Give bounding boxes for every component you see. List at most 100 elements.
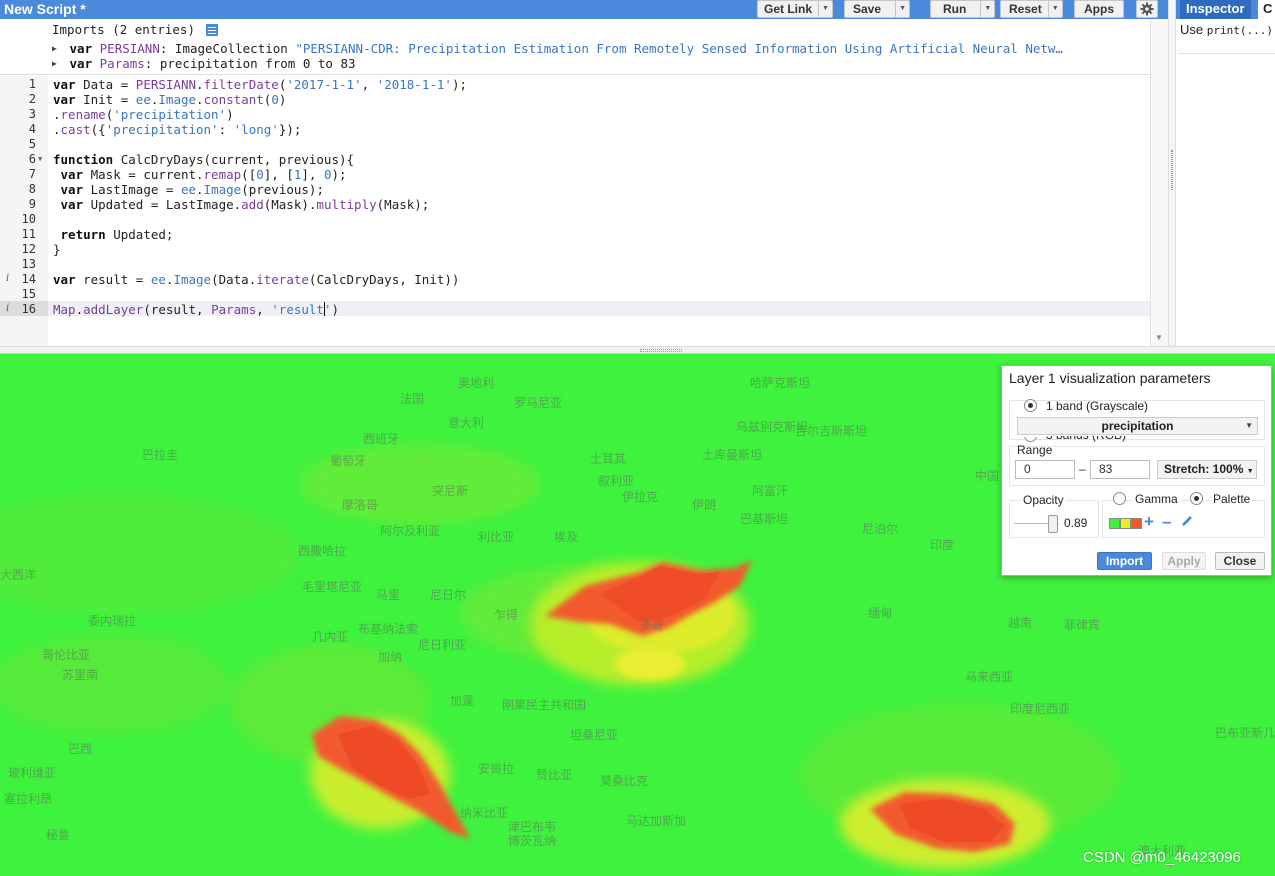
line-number: 13	[21, 257, 36, 271]
map-country-label: 马达加斯加	[626, 814, 687, 828]
code-line[interactable]: return Updated;	[53, 227, 174, 242]
get-link-label: Get Link	[764, 2, 813, 16]
map-country-label: 莫桑比克	[600, 774, 649, 788]
gamma-radio[interactable]	[1113, 492, 1126, 505]
map-country-label: 大西洋	[0, 568, 37, 582]
chevron-down-icon[interactable]: ▼	[818, 1, 832, 17]
band-1-radio[interactable]	[1024, 399, 1037, 412]
map-country-label: 意大利	[448, 416, 485, 430]
map-country-label: 尼泊尔	[862, 522, 899, 536]
map-country-label: 利比亚	[478, 530, 515, 544]
save-button[interactable]: Save ▼	[844, 0, 911, 18]
scroll-down-icon[interactable]: ▼	[1155, 333, 1163, 342]
range-max-input[interactable]: 83	[1090, 460, 1150, 479]
reset-button[interactable]: Reset ▼	[1000, 0, 1063, 18]
gear-icon[interactable]	[1136, 0, 1158, 18]
apply-button[interactable]: Apply	[1162, 552, 1206, 570]
palette-label: Palette	[1211, 492, 1253, 506]
map-country-label: 法国	[400, 392, 425, 406]
console-hint: Use print(...)	[1180, 22, 1273, 37]
fold-toggle-icon[interactable]: ▼	[38, 155, 42, 163]
map-country-label: 几内亚	[312, 630, 349, 644]
chevron-down-icon[interactable]: ▼	[895, 1, 909, 17]
import-entry-persiann[interactable]: ▶ var PERSIANN: ImageCollection "PERSIAN…	[52, 41, 1087, 56]
import-name[interactable]: Params	[100, 56, 145, 71]
line-number: 10	[21, 212, 36, 226]
reset-label: Reset	[1009, 2, 1042, 16]
run-label: Run	[943, 2, 967, 16]
map-resize-handle[interactable]	[0, 346, 1275, 354]
map-country-label: 塞拉利昂	[4, 792, 53, 806]
remove-color-icon[interactable]: –	[1162, 512, 1171, 532]
code-line[interactable]: .cast({'precipitation': 'long'});	[53, 122, 301, 137]
code-line[interactable]: var LastImage = ee.Image(previous);	[53, 182, 324, 197]
line-number: 1	[28, 77, 36, 91]
code-line[interactable]: var Data = PERSIANN.filterDate('2017-1-1…	[53, 77, 467, 92]
save-label: Save	[853, 2, 882, 16]
code-line[interactable]: .rename('precipitation')	[53, 107, 234, 122]
palette-color-swatch[interactable]	[1120, 518, 1131, 529]
map-country-label: 摩洛哥	[342, 498, 379, 512]
import-button[interactable]: Import	[1097, 552, 1152, 570]
palette-color-swatch[interactable]	[1109, 518, 1120, 529]
chevron-down-icon[interactable]: ▼	[1047, 1, 1062, 17]
map-country-label: 巴基斯坦	[740, 512, 789, 526]
map-country-label: 巴拉圭	[142, 448, 179, 462]
apps-label: Apps	[1084, 2, 1114, 16]
code-line[interactable]: }	[53, 242, 61, 257]
line-number: 4	[28, 122, 36, 136]
watermark: CSDN @m0_46423096	[1083, 849, 1241, 866]
map-country-label: 埃及	[554, 530, 579, 544]
code-line[interactable]: var result = ee.Image(Data.iterate(CalcD…	[53, 272, 459, 287]
imports-section: Imports (2 entries) ▶ var PERSIANN: Imag…	[0, 19, 1150, 75]
panel-resize-handle[interactable]	[1168, 0, 1176, 346]
import-value: precipitation from 0 to 83	[159, 56, 356, 71]
opacity-label: Opacity	[1021, 493, 1066, 507]
editor-scrollbar[interactable]: ▼	[1150, 19, 1168, 346]
map-country-label: 阿富汗	[752, 484, 789, 498]
code-line[interactable]: Map.addLayer(result, Params, 'result')	[53, 302, 339, 317]
tab-inspector[interactable]: Inspector	[1180, 0, 1251, 19]
add-color-icon[interactable]: +	[1144, 512, 1154, 532]
right-panel-tabs: Inspector C	[1176, 0, 1275, 19]
script-title: New Script *	[4, 1, 86, 17]
layer-visualization-dialog: Layer 1 visualization parameters 1 band …	[1001, 365, 1272, 576]
edit-palette-icon[interactable]	[1180, 514, 1194, 531]
map-country-label: 菲律宾	[1064, 618, 1101, 632]
map-country-label: 阿尔及利亚	[380, 524, 441, 538]
palette-color-swatch[interactable]	[1131, 518, 1142, 529]
show-script-icon[interactable]	[206, 24, 218, 36]
palette-radio[interactable]	[1190, 492, 1203, 505]
chevron-down-icon: ▼	[1245, 421, 1253, 430]
import-type: ImageCollection	[174, 41, 288, 56]
opacity-slider-thumb[interactable]	[1048, 515, 1058, 533]
expand-triangle-icon[interactable]: ▶	[52, 44, 62, 53]
get-link-button[interactable]: Get Link ▼	[757, 0, 834, 18]
range-min-input[interactable]: 0	[1015, 460, 1075, 479]
code-line[interactable]: var Updated = LastImage.add(Mask).multip…	[53, 197, 430, 212]
import-entry-params[interactable]: ▶ var Params: precipitation from 0 to 83	[52, 56, 1087, 71]
import-name[interactable]: PERSIANN	[100, 41, 160, 56]
apps-button[interactable]: Apps	[1074, 0, 1124, 18]
map-country-label: 突尼斯	[432, 484, 469, 498]
info-icon[interactable]: i	[6, 303, 9, 314]
map-country-label: 越南	[1008, 616, 1033, 630]
map-country-label: 玻利维亚	[8, 766, 57, 780]
expand-triangle-icon[interactable]: ▶	[52, 59, 62, 68]
info-icon[interactable]: i	[6, 273, 9, 284]
stretch-select[interactable]: Stretch: 100% ▼	[1157, 460, 1257, 479]
code-line[interactable]: var Mask = current.remap([0], [1], 0);	[53, 167, 347, 182]
tab-console[interactable]: C	[1258, 0, 1275, 19]
code-line[interactable]: function CalcDryDays(current, previous){	[53, 152, 354, 167]
import-keyword: var	[69, 56, 93, 71]
line-number: 12	[21, 242, 36, 256]
imports-header[interactable]: Imports (2 entries)	[52, 22, 195, 37]
band-select[interactable]: precipitation ▼	[1017, 417, 1258, 435]
run-button[interactable]: Run ▼	[930, 0, 996, 18]
code-line[interactable]: var Init = ee.Image.constant(0)	[53, 92, 286, 107]
map-country-label: 乍得	[494, 608, 519, 622]
code-editor[interactable]: 1 var Data = PERSIANN.filterDate('2017-1-…	[0, 76, 1150, 346]
close-button[interactable]: Close	[1215, 552, 1265, 570]
chevron-down-icon[interactable]: ▼	[980, 1, 994, 17]
map-country-label: 中国	[975, 469, 1000, 483]
